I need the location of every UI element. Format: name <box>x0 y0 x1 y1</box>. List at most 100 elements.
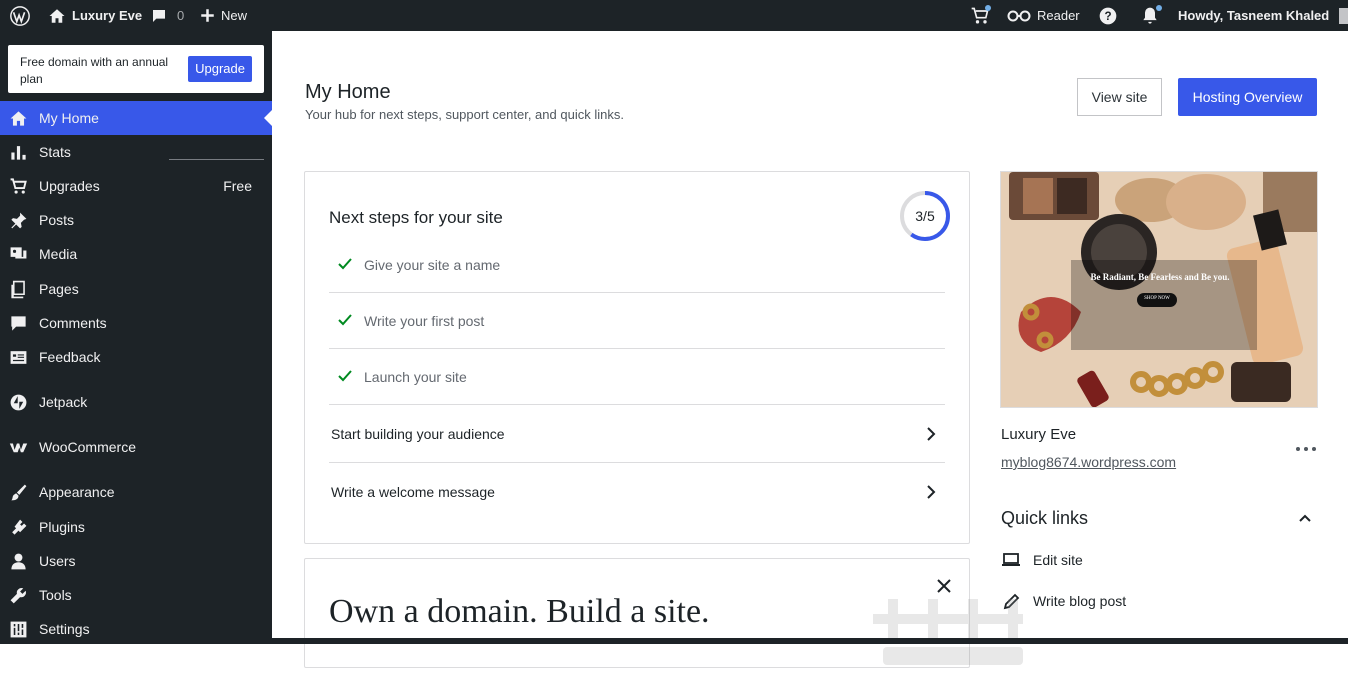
quick-link-edit-site[interactable]: Edit site <box>1001 545 1301 575</box>
view-site-button[interactable]: View site <box>1077 78 1162 116</box>
step-todo[interactable]: Write a welcome message <box>329 463 945 521</box>
pages-icon <box>9 280 28 299</box>
sidebar-item-appearance[interactable]: Appearance <box>0 475 272 509</box>
sidebar-item-label: Plugins <box>39 519 85 535</box>
preview-tagline: Be Radiant, Be Fearless and Be you. <box>1090 272 1230 282</box>
next-steps-card: Next steps for your site 3/5 Give your s… <box>304 171 970 544</box>
upgrade-button[interactable]: Upgrade <box>188 56 252 82</box>
sidebar-item-settings[interactable]: Settings <box>0 612 272 646</box>
site-preview-image <box>1001 172 1317 407</box>
woocommerce-icon <box>9 438 28 457</box>
sidebar-item-tools[interactable]: Tools <box>0 578 272 612</box>
user-icon <box>9 552 28 571</box>
sidebar-item-posts[interactable]: Posts <box>0 203 272 237</box>
close-icon[interactable] <box>936 578 952 594</box>
promo-text: Free domain with an annual plan <box>20 55 169 86</box>
notification-badge <box>1156 5 1162 11</box>
sidebar-item-feedback[interactable]: Feedback <box>0 340 272 374</box>
quick-link-label: Write blog post <box>1033 593 1127 609</box>
site-home-link[interactable]: Luxury Eve <box>48 0 142 31</box>
home-icon <box>49 8 65 23</box>
quick-link-label: Edit site <box>1033 552 1083 568</box>
sidebar-item-label: Settings <box>39 621 90 637</box>
stats-icon <box>9 143 28 162</box>
admin-bar: Luxury Eve 0 New Reader ? Howdy, Tasneem… <box>0 0 1348 31</box>
sidebar-item-label: Users <box>39 553 76 569</box>
wrench-icon <box>9 586 28 605</box>
step-label: Write a welcome message <box>331 484 495 500</box>
sidebar-item-stats[interactable]: Stats <box>0 135 272 169</box>
sidebar-item-label: Upgrades <box>39 178 100 194</box>
comments-link[interactable]: 0 <box>151 0 184 31</box>
new-content-button[interactable]: New <box>200 0 247 31</box>
reader-label: Reader <box>1037 8 1080 23</box>
site-name-label: Luxury Eve <box>72 8 143 23</box>
media-icon <box>9 245 28 264</box>
site-url-link[interactable]: myblog8674.wordpress.com <box>1001 454 1176 470</box>
sidebar-item-media[interactable]: Media <box>0 237 272 271</box>
main-content: My Home Your hub for next steps, support… <box>272 31 1348 668</box>
bottom-edge <box>272 638 1348 644</box>
domain-promo-card: Own a domain. Build a site. <box>304 558 970 668</box>
site-preview-thumbnail[interactable]: Be Radiant, Be Fearless and Be you. SHOP… <box>1000 171 1318 408</box>
sidebar-item-label: Feedback <box>39 349 101 365</box>
pin-icon <box>9 211 28 230</box>
hosting-overview-button[interactable]: Hosting Overview <box>1178 78 1317 116</box>
step-label: Write your first post <box>364 312 485 329</box>
more-options-icon[interactable] <box>1295 440 1317 451</box>
cart-icon <box>9 177 28 196</box>
account-menu[interactable]: Howdy, Tasneem Khaled <box>1178 0 1348 31</box>
sidebar-item-label: Appearance <box>39 484 115 500</box>
sidebar-item-upgrades[interactable]: Upgrades Free <box>0 169 272 203</box>
help-button[interactable]: ? <box>1098 0 1118 31</box>
sidebar-item-label: Posts <box>39 212 75 228</box>
sidebar-item-pages[interactable]: Pages <box>0 272 272 306</box>
checkmark-icon <box>337 256 353 272</box>
glasses-icon <box>1007 10 1031 21</box>
progress-ring: 3/5 <box>899 190 951 242</box>
checkmark-icon <box>337 368 353 384</box>
comments-count: 0 <box>177 8 185 23</box>
jetpack-icon <box>9 393 28 412</box>
avatar <box>1339 7 1348 24</box>
chevron-up-icon[interactable] <box>1297 510 1313 526</box>
sidebar-item-label: Comments <box>39 315 107 331</box>
chevron-right-icon <box>923 426 939 442</box>
sidebar-item-label: Stats <box>39 144 71 160</box>
sidebar-item-my-home[interactable]: My Home <box>0 101 272 135</box>
step-label: Give your site a name <box>364 256 501 273</box>
step-label: Start building your audience <box>331 425 505 442</box>
step-todo[interactable]: Start building your audience <box>329 405 945 463</box>
sidebar-item-label: Pages <box>39 281 79 297</box>
next-steps-title: Next steps for your site <box>329 208 503 227</box>
laptop-icon <box>1001 551 1021 569</box>
step-completed[interactable]: Give your site a name <box>329 237 945 293</box>
notifications-button[interactable] <box>1140 0 1162 31</box>
page-subtitle: Your hub for next steps, support center,… <box>305 107 624 122</box>
site-name: Luxury Eve <box>1001 426 1077 443</box>
upgrades-free-label: Free <box>223 178 252 194</box>
quick-link-write-blog-post[interactable]: Write blog post <box>1001 586 1301 616</box>
step-completed[interactable]: Write your first post <box>329 293 945 349</box>
sidebar-item-users[interactable]: Users <box>0 544 272 578</box>
cart-button[interactable] <box>970 0 991 31</box>
svg-text:?: ? <box>1104 10 1111 23</box>
upgrade-promo: Free domain with an annual plan Upgrade <box>8 45 264 93</box>
sidebar: Free domain with an annual plan Upgrade … <box>0 31 272 644</box>
reader-link[interactable]: Reader <box>1007 0 1080 31</box>
quick-links-title: Quick links <box>1001 508 1089 528</box>
wordpress-logo-icon[interactable] <box>9 0 31 31</box>
sidebar-item-comments[interactable]: Comments <box>0 306 272 340</box>
sidebar-item-jetpack[interactable]: Jetpack <box>0 385 272 419</box>
sidebar-item-label: Media <box>39 246 78 262</box>
page-title: My Home <box>305 81 391 103</box>
sidebar-item-woocommerce[interactable]: WooCommerce <box>0 430 272 464</box>
brush-icon <box>9 483 28 502</box>
step-completed[interactable]: Launch your site <box>329 349 945 405</box>
comment-icon <box>9 314 28 333</box>
step-label: Launch your site <box>364 368 467 385</box>
sidebar-item-plugins[interactable]: Plugins <box>0 510 272 544</box>
comment-icon <box>153 9 165 22</box>
pencil-icon <box>1001 592 1021 610</box>
help-icon: ? <box>1099 7 1117 24</box>
